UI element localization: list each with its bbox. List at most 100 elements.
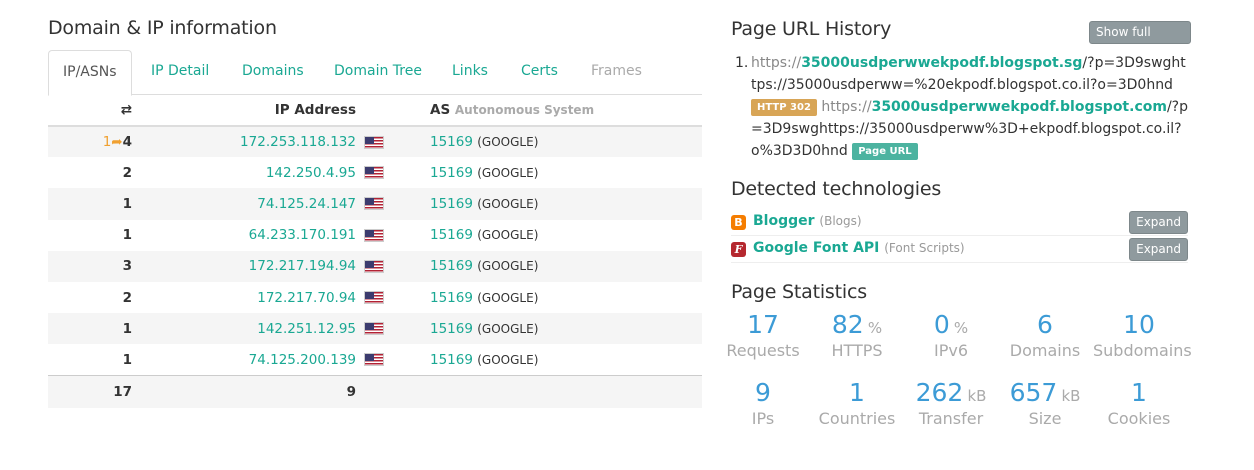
us-flag-icon [364, 135, 384, 149]
stat-countries: 1 Countries [811, 378, 903, 430]
domain-ip-panel: Domain & IP information IP/ASNs IP Detai… [48, 14, 702, 408]
as-column-header: AS Autonomous System [400, 94, 702, 127]
table-row: 1 74.125.200.139 15169 (GOOGLE) [48, 344, 702, 375]
request-count-cell: 1 [48, 313, 134, 345]
expand-button-blogger[interactable]: Expand [1129, 211, 1188, 234]
asn-link[interactable]: 15169 [430, 227, 473, 243]
tab-ip-asns[interactable]: IP/ASNs [48, 50, 132, 96]
tech-link-blogger[interactable]: Blogger (Blogs) [753, 213, 862, 229]
table-row: 1 64.233.170.191 15169 (GOOGLE) [48, 220, 702, 251]
ip-link[interactable]: 74.125.200.139 [249, 352, 356, 368]
stat-value: 9 [755, 378, 771, 407]
ip-cell: 172.253.118.132 [134, 126, 364, 158]
stat-unit: kB [967, 387, 987, 405]
ip-link[interactable]: 142.250.4.95 [266, 165, 356, 181]
stat-label: IPv6 [933, 341, 968, 360]
request-count-cell: 3 [48, 250, 134, 282]
flag-cell [364, 220, 400, 251]
us-flag-icon [364, 166, 384, 180]
http-302-badge: HTTP 302 [751, 99, 817, 116]
stat-subdomains: 10 Subdomains [1093, 310, 1192, 362]
url-link-1[interactable]: https://35000usdperwwekpodf.blogspot.sg/… [751, 55, 1186, 93]
tech-link-google-font[interactable]: Google Font API (Font Scripts) [753, 240, 965, 256]
asn-link[interactable]: 15169 [430, 352, 473, 368]
flag-cell [364, 188, 400, 220]
stat-cookies: 1 Cookies [1093, 378, 1185, 430]
stat-label: HTTPS [831, 341, 883, 360]
tab-domain-tree[interactable]: Domain Tree [320, 50, 436, 95]
tech-row-google-font: F Google Font API (Font Scripts) Expand [731, 237, 1188, 263]
request-count-cell: 1 [48, 188, 134, 220]
flag-cell [364, 126, 400, 158]
page-stats-title: Page Statistics [731, 281, 867, 303]
stat-value: 657 [1009, 378, 1058, 407]
url-history-item: https://35000usdperwwekpodf.blogspot.sg/… [751, 52, 1189, 162]
us-flag-icon [364, 322, 384, 336]
table-row: 2 172.217.70.94 15169 (GOOGLE) [48, 282, 702, 313]
show-full-urls-button[interactable]: Show full URLs [1089, 21, 1191, 60]
domain-ip-title: Domain & IP information [48, 17, 277, 39]
stat-transfer: 262 kB Transfer [905, 378, 997, 430]
stat-value: 1 [1131, 378, 1147, 407]
table-row: 3 172.217.194.94 15169 (GOOGLE) [48, 250, 702, 282]
url-link-2[interactable]: https://35000usdperwwekpodf.blogspot.com… [751, 99, 1188, 159]
ip-cell: 74.125.200.139 [134, 344, 364, 375]
as-cell: 15169 (GOOGLE) [430, 227, 539, 244]
stat-unit: kB [1061, 387, 1081, 405]
totals-row: 17 9 [48, 375, 702, 408]
asn-link[interactable]: 15169 [430, 196, 473, 212]
request-count-cell: 1➦4 [48, 126, 134, 158]
as-cell: 15169 (GOOGLE) [400, 188, 702, 220]
stat-value: 6 [1037, 310, 1053, 339]
asn-link[interactable]: 15169 [430, 321, 473, 337]
asn-link[interactable]: 15169 [430, 258, 473, 274]
tab-certs[interactable]: Certs [507, 50, 572, 95]
google-font-icon: F [731, 242, 746, 257]
as-cell: 15169 (GOOGLE) [430, 289, 539, 306]
flag-cell [364, 250, 400, 282]
stat-value: 82 [831, 310, 864, 339]
stat-label: Countries [818, 409, 896, 428]
total-ips: 9 [134, 375, 364, 408]
asn-link[interactable]: 15169 [430, 165, 473, 181]
ip-link[interactable]: 142.251.12.95 [257, 321, 356, 337]
request-count-cell: 1 [122, 227, 132, 244]
asn-link[interactable]: 15169 [430, 134, 473, 150]
ip-link[interactable]: 64.233.170.191 [249, 227, 356, 243]
us-flag-icon [364, 291, 384, 305]
us-flag-icon [364, 353, 384, 367]
asn-link[interactable]: 15169 [430, 290, 473, 306]
ip-cell: 64.233.170.191 [134, 220, 364, 251]
stat-https: 82 % HTTPS [811, 310, 903, 362]
stat-requests: 17 Requests [717, 310, 809, 362]
stat-label: Cookies [1107, 409, 1171, 428]
tab-ip-detail[interactable]: IP Detail [137, 50, 223, 95]
as-cell: 15169 (GOOGLE) [430, 164, 539, 181]
page-url-badge: Page URL [852, 143, 918, 160]
ip-link[interactable]: 172.253.118.132 [240, 134, 356, 150]
tab-bar: IP/ASNs IP Detail Domains Domain Tree Li… [48, 50, 702, 96]
as-cell: 15169 (GOOGLE) [400, 313, 702, 345]
stat-size: 657 kB Size [999, 378, 1091, 430]
ip-link[interactable]: 172.217.70.94 [257, 290, 356, 306]
tab-links[interactable]: Links [438, 50, 502, 95]
ip-column-header: IP Address [134, 94, 364, 127]
ip-cell: 74.125.24.147 [134, 188, 364, 220]
stat-value: 0 [933, 310, 950, 339]
table-row: 1➦4 172.253.118.132 15169 (GOOGLE) [48, 126, 702, 158]
ip-cell: 142.250.4.95 [134, 157, 364, 188]
total-count: 17 [48, 375, 134, 408]
us-flag-icon [364, 197, 384, 211]
request-count-cell: 2 [122, 164, 132, 181]
stat-unit: % [867, 319, 883, 337]
ip-link[interactable]: 74.125.24.147 [257, 196, 356, 212]
flag-cell [364, 313, 400, 345]
as-cell: 15169 (GOOGLE) [400, 126, 702, 158]
expand-button-google-font[interactable]: Expand [1129, 238, 1188, 261]
request-count-cell: 2 [122, 289, 132, 306]
table-row: 1 142.251.12.95 15169 (GOOGLE) [48, 313, 702, 345]
tab-domains[interactable]: Domains [228, 50, 318, 95]
flag-cell [364, 344, 400, 375]
redirect-arrow-icon: ➦ [111, 134, 123, 151]
ip-link[interactable]: 172.217.194.94 [249, 258, 356, 274]
